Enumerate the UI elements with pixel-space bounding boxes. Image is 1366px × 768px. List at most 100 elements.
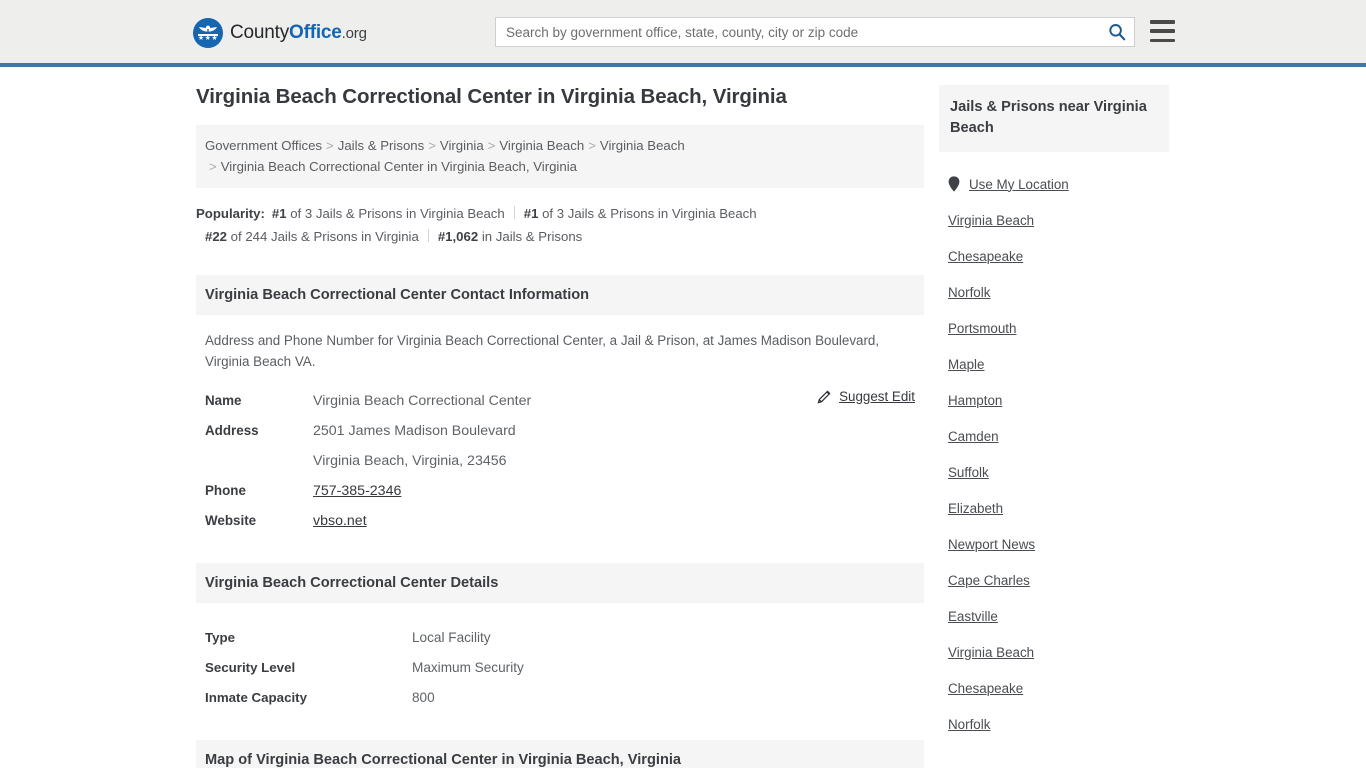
logo-text-office: Office bbox=[289, 22, 342, 43]
contact-key-phone: Phone bbox=[205, 483, 246, 498]
details-value-security-level: Maximum Security bbox=[412, 660, 524, 675]
suggest-edit-button[interactable]: Suggest Edit bbox=[817, 389, 915, 404]
popularity-row-1: Popularity: #1 of 3 Jails & Prisons in Vi… bbox=[196, 202, 924, 225]
popularity-item: #1,062 in Jails & Prisons bbox=[438, 229, 582, 244]
sidebar-city-link[interactable]: Norfolk bbox=[948, 285, 990, 300]
sidebar-city-link[interactable]: Suffolk bbox=[948, 465, 989, 480]
header-inner: ★★★ CountyOffice.org bbox=[0, 0, 1366, 67]
sidebar-list: Use My Location Virginia Beach Chesapeak… bbox=[939, 166, 1169, 742]
contact-table: Name Virginia Beach Correctional Center … bbox=[196, 386, 924, 536]
sidebar-city-link[interactable]: Eastville bbox=[948, 609, 998, 624]
sidebar-item-city[interactable]: Cape Charles bbox=[939, 562, 1169, 598]
sidebar-item-city[interactable]: Chesapeake bbox=[939, 670, 1169, 706]
sidebar-city-link[interactable]: Cape Charles bbox=[948, 573, 1030, 588]
breadcrumb-panel: Government Offices > Jails & Prisons > Virgi… bbox=[196, 125, 924, 188]
breadcrumb-item-government-offices[interactable]: Government Offices bbox=[205, 138, 322, 153]
breadcrumb-item-virginia[interactable]: Virginia bbox=[440, 138, 484, 153]
breadcrumb-separator: > bbox=[487, 138, 496, 153]
sidebar-item-city[interactable]: Suffolk bbox=[939, 454, 1169, 490]
use-my-location-link[interactable]: Use My Location bbox=[969, 177, 1069, 192]
sidebar-city-link[interactable]: Virginia Beach bbox=[948, 645, 1034, 660]
sidebar-item-city[interactable]: Portsmouth bbox=[939, 310, 1169, 346]
breadcrumb-separator: > bbox=[428, 138, 436, 153]
sidebar-item-city[interactable]: Eastville bbox=[939, 598, 1169, 634]
popularity-label: Popularity: bbox=[196, 206, 265, 221]
details-value-type: Local Facility bbox=[412, 630, 491, 645]
sidebar-city-link[interactable]: Portsmouth bbox=[948, 321, 1016, 336]
seal-stars-icon: ★★★ bbox=[197, 35, 219, 42]
sidebar-item-city[interactable]: Norfolk bbox=[939, 274, 1169, 310]
website-link[interactable]: vbso.net bbox=[313, 513, 367, 529]
table-row: Inmate Capacity 800 bbox=[205, 683, 915, 713]
sidebar-city-link[interactable]: Norfolk bbox=[948, 717, 990, 732]
popularity-item: #22 of 244 Jails & Prisons in Virginia bbox=[205, 229, 419, 244]
sidebar-item-city[interactable]: Chesapeake bbox=[939, 238, 1169, 274]
popularity-rest: in Jails & Prisons bbox=[478, 229, 583, 244]
popularity-item: #1 of 3 Jails & Prisons in Virginia Beac… bbox=[524, 206, 757, 221]
table-row: Phone 757-385-2346 bbox=[205, 476, 915, 506]
sidebar-city-link[interactable]: Hampton bbox=[948, 393, 1002, 408]
search-input[interactable] bbox=[496, 18, 1100, 46]
search-button[interactable] bbox=[1100, 18, 1134, 46]
logo-text-county: County bbox=[230, 22, 290, 43]
details-table: Type Local Facility Security Level Maxim… bbox=[196, 623, 924, 713]
popularity-item: #1 of 3 Jails & Prisons in Virginia Beac… bbox=[272, 206, 505, 221]
sidebar-item-use-my-location[interactable]: Use My Location bbox=[939, 166, 1169, 202]
hamburger-bar-1 bbox=[1150, 20, 1175, 24]
search-box[interactable] bbox=[495, 17, 1135, 47]
contact-section-header: Virginia Beach Correctional Center Conta… bbox=[196, 275, 924, 315]
main-content-column: Virginia Beach Correctional Center in Vi… bbox=[196, 85, 924, 768]
breadcrumb-separator: > bbox=[588, 138, 596, 153]
logo-text-org: .org bbox=[341, 25, 367, 42]
sidebar-item-city[interactable]: Virginia Beach bbox=[939, 634, 1169, 670]
hamburger-bar-3 bbox=[1150, 38, 1175, 42]
popularity-divider bbox=[513, 206, 515, 219]
county-office-seal-icon: ★★★ bbox=[193, 18, 223, 48]
sidebar-city-link[interactable]: Camden bbox=[948, 429, 999, 444]
sidebar-item-city[interactable]: Maple bbox=[939, 346, 1169, 382]
details-value-inmate-capacity: 800 bbox=[412, 690, 435, 705]
site-logo[interactable]: ★★★ CountyOffice.org bbox=[193, 18, 367, 48]
sidebar-city-link[interactable]: Virginia Beach bbox=[948, 213, 1034, 228]
table-row: Virginia Beach, Virginia, 23456 bbox=[205, 446, 915, 476]
breadcrumb-item-virginia-beach-city[interactable]: Virginia Beach bbox=[600, 138, 685, 153]
table-row: Security Level Maximum Security bbox=[205, 653, 915, 683]
contact-section-description: Address and Phone Number for Virginia Be… bbox=[205, 333, 880, 369]
popularity-divider bbox=[427, 229, 429, 242]
suggest-edit-label: Suggest Edit bbox=[839, 389, 915, 404]
details-key-type: Type bbox=[205, 630, 236, 645]
phone-link[interactable]: 757-385-2346 bbox=[313, 483, 401, 499]
popularity-rest: of 3 Jails & Prisons in Virginia Beach bbox=[286, 206, 505, 221]
site-header: ★★★ CountyOffice.org bbox=[0, 0, 1366, 67]
details-key-security-level: Security Level bbox=[205, 660, 296, 675]
sidebar-city-link[interactable]: Chesapeake bbox=[948, 681, 1023, 696]
contact-value-name: Virginia Beach Correctional Center bbox=[313, 393, 532, 409]
hamburger-bar-2 bbox=[1150, 29, 1175, 33]
map-section-header: Map of Virginia Beach Correctional Cente… bbox=[196, 740, 924, 768]
hamburger-menu-button[interactable] bbox=[1150, 20, 1175, 42]
map-pin-icon bbox=[948, 176, 960, 192]
contact-key-website: Website bbox=[205, 513, 257, 528]
sidebar-item-city[interactable]: Virginia Beach bbox=[939, 202, 1169, 238]
contact-value-website: vbso.net bbox=[313, 506, 367, 536]
sidebar-city-link[interactable]: Newport News bbox=[948, 537, 1035, 552]
sidebar-city-link[interactable]: Maple bbox=[948, 357, 984, 372]
breadcrumb-item-virginia-beach-county[interactable]: Virginia Beach bbox=[499, 138, 584, 153]
sidebar-item-city[interactable]: Newport News bbox=[939, 526, 1169, 562]
contact-value-street: 2501 James Madison Boulevard bbox=[313, 423, 516, 439]
sidebar-item-city[interactable]: Elizabeth bbox=[939, 490, 1169, 526]
edit-pencil-icon bbox=[817, 390, 831, 404]
table-row: Type Local Facility bbox=[205, 623, 915, 653]
breadcrumb-item-jails-prisons[interactable]: Jails & Prisons bbox=[338, 138, 424, 153]
sidebar-city-link[interactable]: Chesapeake bbox=[948, 249, 1023, 264]
sidebar-item-city[interactable]: Hampton bbox=[939, 382, 1169, 418]
popularity-rank: #1 bbox=[523, 206, 539, 221]
sidebar-item-city[interactable]: Norfolk bbox=[939, 706, 1169, 742]
sidebar-item-city[interactable]: Camden bbox=[939, 418, 1169, 454]
search-icon bbox=[1109, 24, 1126, 41]
sidebar-city-link[interactable]: Elizabeth bbox=[948, 501, 1003, 516]
nearby-sidebar: Jails & Prisons near Virginia Beach Use … bbox=[939, 85, 1169, 742]
table-row: Website vbso.net bbox=[205, 506, 915, 536]
breadcrumb-item-current: Virginia Beach Correctional Center in Vi… bbox=[220, 159, 577, 174]
contact-key-address: Address bbox=[205, 423, 259, 438]
